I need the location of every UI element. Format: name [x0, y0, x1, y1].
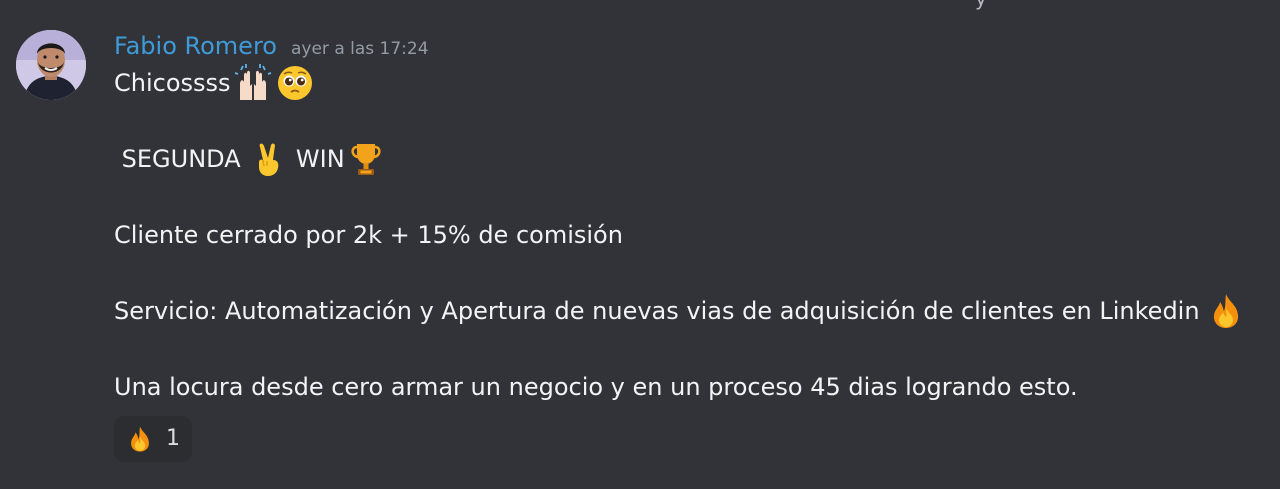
message-line: Una locura desde cero armar un negocio y…	[114, 368, 1245, 406]
message-text: SEGUNDA	[114, 145, 249, 173]
avatar[interactable]	[16, 30, 86, 100]
message-line: Chicossss	[114, 64, 1245, 102]
message-content: Chicossss SEGUNDA WIN Cliente cerrado po…	[114, 64, 1245, 406]
message-line: SEGUNDA WIN	[114, 140, 1245, 178]
message-line: Cliente cerrado por 2k + 15% de comisión	[114, 216, 1245, 254]
message-text: Cliente cerrado por 2k + 15% de comisión	[114, 221, 623, 249]
trophy-icon	[347, 140, 385, 178]
message-header: Fabio Romero ayer a las 17:24	[114, 30, 429, 62]
message-text: WIN	[288, 145, 345, 173]
reaction-fire[interactable]: 1	[114, 416, 192, 462]
raising-hands-icon	[234, 64, 272, 102]
pleading-face-icon	[276, 64, 314, 102]
message-line: Servicio: Automatización y Apertura de n…	[114, 292, 1245, 330]
username[interactable]: Fabio Romero	[114, 30, 277, 62]
chat-message: Fabio Romero ayer a las 17:24 Chicossss	[0, 0, 1280, 489]
fire-icon	[126, 425, 154, 453]
message-text: Servicio: Automatización y Apertura de n…	[114, 297, 1208, 325]
message-text: Una locura desde cero armar un negocio y…	[114, 373, 1078, 401]
victory-hand-icon	[250, 140, 288, 178]
timestamp[interactable]: ayer a las 17:24	[291, 33, 429, 65]
message-text: Chicossss	[114, 69, 231, 97]
reaction-count: 1	[166, 426, 180, 451]
fire-icon	[1207, 292, 1245, 330]
